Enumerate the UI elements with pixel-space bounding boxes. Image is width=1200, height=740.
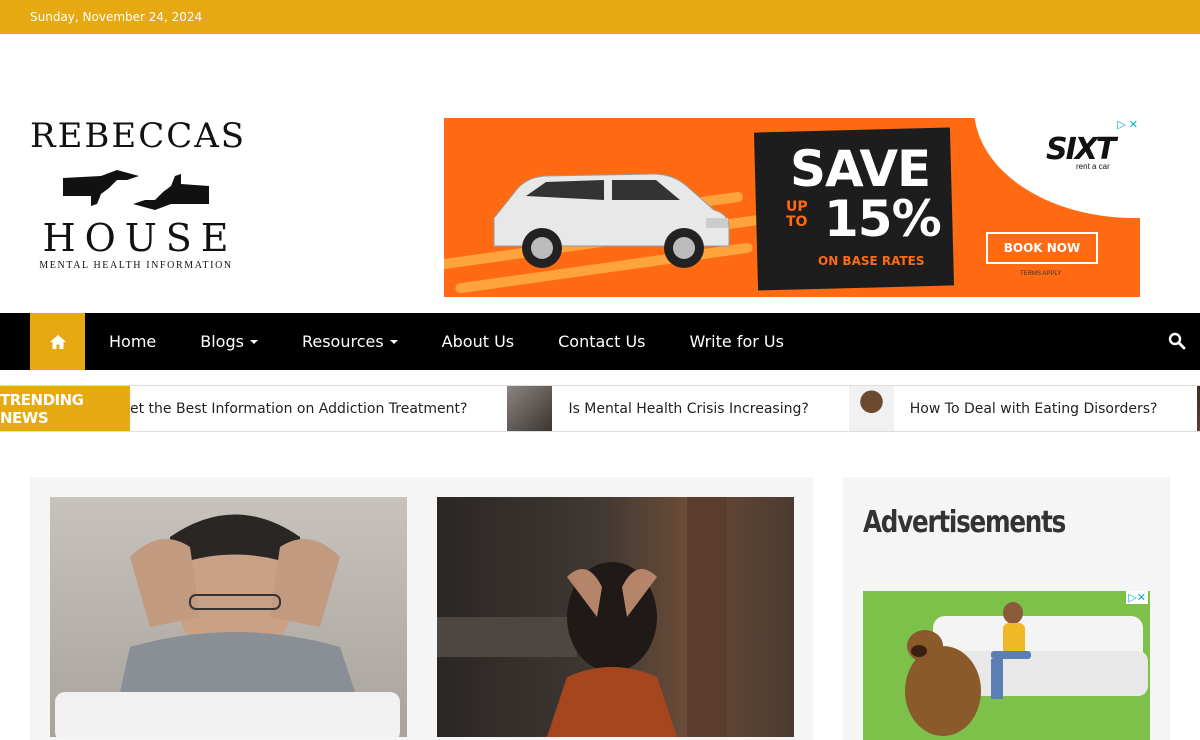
- nav-item-resources[interactable]: Resources: [302, 332, 398, 351]
- book-now-button[interactable]: BOOK NOW: [986, 232, 1098, 264]
- logo-tagline: MENTAL HEALTH INFORMATION: [39, 260, 233, 271]
- header-ad-banner[interactable]: SAVE UP TO 15% ON BASE RATES SIXT rent a…: [444, 118, 1140, 297]
- nav-home-button[interactable]: [30, 313, 85, 370]
- nav-item-home[interactable]: Home: [109, 332, 156, 351]
- hands-logo-icon: [63, 170, 209, 210]
- nav-label: About Us: [441, 332, 515, 351]
- trending-news-bar: TRENDING NEWS et the Best Information on…: [0, 385, 1200, 432]
- nav-item-blogs[interactable]: Blogs: [200, 332, 258, 351]
- nav-label: Blogs: [200, 332, 244, 351]
- main-navigation: Home Blogs Resources About Us Contact Us…: [0, 313, 1200, 370]
- nav-label: Home: [109, 332, 157, 351]
- logo-line2: HOUSE: [42, 216, 238, 260]
- ad-subline: ON BASE RATES: [818, 254, 925, 268]
- sidebar-ad[interactable]: ▷✕: [863, 591, 1150, 740]
- stressed-woman-illustration: [437, 497, 727, 737]
- sidebar: Advertisements ▷✕: [843, 477, 1170, 740]
- ad-terms: TERMS APPLY: [1020, 271, 1062, 277]
- post-image-stressed-woman[interactable]: [437, 497, 794, 737]
- nav-item-about[interactable]: About Us: [442, 332, 514, 351]
- nav-label: Write for Us: [689, 332, 784, 351]
- chevron-down-icon: [389, 339, 398, 344]
- site-logo[interactable]: REBECCAS HOUSE MENTAL HEALTH INFORMATION: [30, 116, 247, 288]
- home-icon: [49, 334, 66, 349]
- trending-thumbnail[interactable]: [507, 386, 553, 431]
- search-icon[interactable]: [1168, 332, 1186, 350]
- stressed-man-illustration: [55, 514, 400, 737]
- logo-line1: REBECCAS: [30, 116, 247, 156]
- ad-percent: 15%: [824, 190, 942, 248]
- top-bar: Sunday, November 24, 2024: [0, 0, 1200, 34]
- ad-prefix: UP TO: [786, 199, 808, 230]
- nav-item-write[interactable]: Write for Us: [690, 332, 784, 351]
- chevron-down-icon: [249, 339, 258, 344]
- featured-posts: [30, 477, 813, 740]
- post-image-stressed-man[interactable]: [50, 497, 407, 737]
- site-header: REBECCAS HOUSE MENTAL HEALTH INFORMATION…: [0, 34, 1200, 313]
- nav-item-contact[interactable]: Contact Us: [558, 332, 645, 351]
- suv-car-image: [493, 173, 730, 268]
- trending-thumbnail[interactable]: [848, 386, 894, 431]
- trending-item[interactable]: Is Mental Health Crisis Increasing?: [568, 401, 808, 417]
- trending-ticker: et the Best Information on Addiction Tre…: [130, 386, 1200, 431]
- adchoices-icon[interactable]: ▷ ✕: [1117, 118, 1138, 131]
- nav-label: Resources: [301, 332, 384, 351]
- trending-item[interactable]: et the Best Information on Addiction Tre…: [130, 401, 467, 417]
- trending-label: TRENDING NEWS: [0, 386, 130, 431]
- sixt-tagline: rent a car: [1076, 162, 1110, 171]
- adchoices-icon[interactable]: ▷✕: [1126, 591, 1148, 604]
- trending-item[interactable]: How To Deal with Eating Disorders?: [910, 401, 1158, 417]
- nav-label: Contact Us: [558, 332, 646, 351]
- current-date: Sunday, November 24, 2024: [30, 10, 203, 24]
- bear-couch-ad-image: [905, 602, 1148, 736]
- sidebar-title: Advertisements: [863, 505, 1066, 540]
